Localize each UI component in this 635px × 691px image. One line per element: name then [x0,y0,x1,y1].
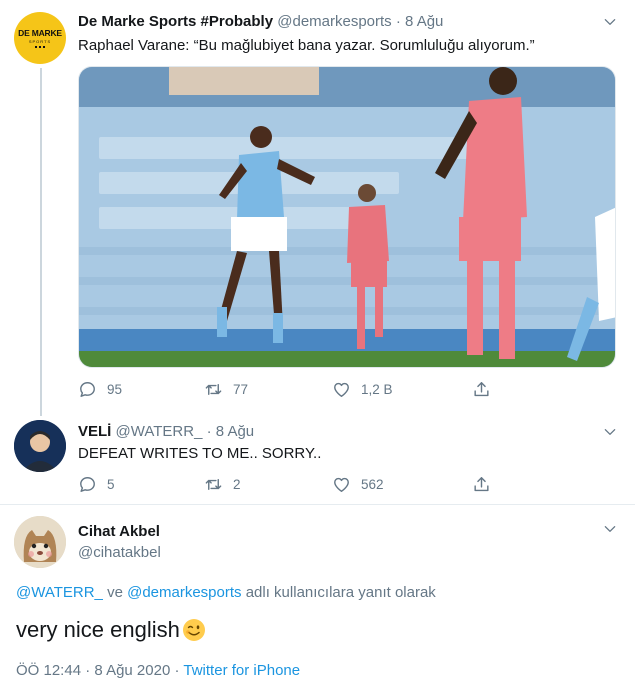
user-name[interactable]: De Marke Sports #Probably [78,13,273,30]
tweet-date[interactable]: 8 Ağu [405,13,443,30]
tweet-date[interactable]: 8 Ağu [216,423,254,440]
user-handle-block: @cihatakbel [78,543,161,563]
avatar-veli-illustration [14,420,66,472]
mention-waterr[interactable]: @WATERR_ [16,584,103,601]
reply-joiner: ve [107,584,123,601]
retweet-icon [205,478,222,490]
share-icon [474,476,489,491]
like-button[interactable]: 1,2 B [332,378,393,400]
retweet-button[interactable]: 77 [204,378,248,400]
reply-button[interactable]: 95 [78,378,122,400]
user-handle[interactable]: @WATERR_ [116,423,203,440]
reply-suffix: adlı kullanıcılara yanıt olarak [245,584,436,601]
tweet-client[interactable]: Twitter for iPhone [183,662,300,679]
like-count: 1,2 B [361,381,393,397]
heart-icon [334,477,349,492]
user-handle[interactable]: @demarkesports [277,13,391,30]
tweet-text: DEFEAT WRITES TO ME.. SORRY.. [78,445,322,462]
separator-dot: · [174,662,180,679]
share-icon [474,381,489,396]
reply-button[interactable]: 5 [78,473,115,495]
tweet-actions: 95 77 1,2 B [78,378,508,400]
tweet-header: De Marke Sports #Probably @demarkesports… [78,12,443,32]
separator-dot: · [206,423,212,440]
reply-count: 95 [107,381,123,397]
tweet-full-date[interactable]: 8 Ağu 2020 [94,662,170,679]
retweet-icon [205,383,222,395]
wink-emoji-icon [182,618,206,642]
separator-dot: · [395,13,401,30]
like-button[interactable]: 562 [332,473,384,495]
avatar-cihat-illustration [14,516,66,568]
reply-icon [80,381,95,397]
tweet-photo[interactable] [78,66,616,368]
user-name[interactable]: VELİ [78,423,111,440]
tweet-time[interactable]: ÖÖ 12:44 [16,662,81,679]
heart-icon [334,382,349,397]
tweet-header: VELİ @WATERR_ · 8 Ağu [78,422,254,442]
chevron-down-icon[interactable] [603,15,617,29]
share-button[interactable] [472,473,491,495]
chevron-down-icon[interactable] [603,425,617,439]
like-count: 562 [361,476,384,492]
football-photo-illustration [79,67,615,367]
tweet-demarke[interactable]: DE MARKE SPORTS De Marke Sports #Probabl… [0,0,635,397]
share-button[interactable] [472,378,491,400]
retweet-count: 77 [233,381,249,397]
mention-demarkesports[interactable]: @demarkesports [127,584,241,601]
user-name[interactable]: Cihat Akbel [78,523,160,540]
chevron-down-icon[interactable] [603,522,617,536]
retweet-count: 2 [233,476,241,492]
tweet-text: Raphael Varane: “Bu mağlubiyet bana yaza… [78,37,535,54]
user-handle[interactable]: @cihatakbel [78,544,161,561]
reply-count: 5 [107,476,115,492]
focused-tweet-text: very nice english [16,616,206,644]
tweet-veli[interactable]: VELİ @WATERR_ · 8 Ağu DEFEAT WRITES TO M… [0,406,635,502]
avatar-veli[interactable] [14,420,66,472]
tweet-meta: ÖÖ 12:44 · 8 Ağu 2020 · Twitter for iPho… [16,662,300,679]
avatar-logo-dots-icon [35,46,45,48]
separator-dot: · [85,662,91,679]
user-name-block: Cihat Akbel [78,522,160,542]
tweet-actions: 5 2 562 [78,473,508,495]
avatar-logo-subtext: SPORTS [28,39,52,44]
avatar-logo-text: DE MARKE [18,28,62,38]
replying-to-line: @WATERR_ ve @demarkesports adlı kullanıc… [16,584,436,601]
avatar-cihat[interactable] [14,516,66,568]
tweet-text: very nice english [16,617,180,642]
avatar-demarke[interactable]: DE MARKE SPORTS [14,12,66,64]
retweet-button[interactable]: 2 [204,473,241,495]
reply-icon [80,476,95,492]
